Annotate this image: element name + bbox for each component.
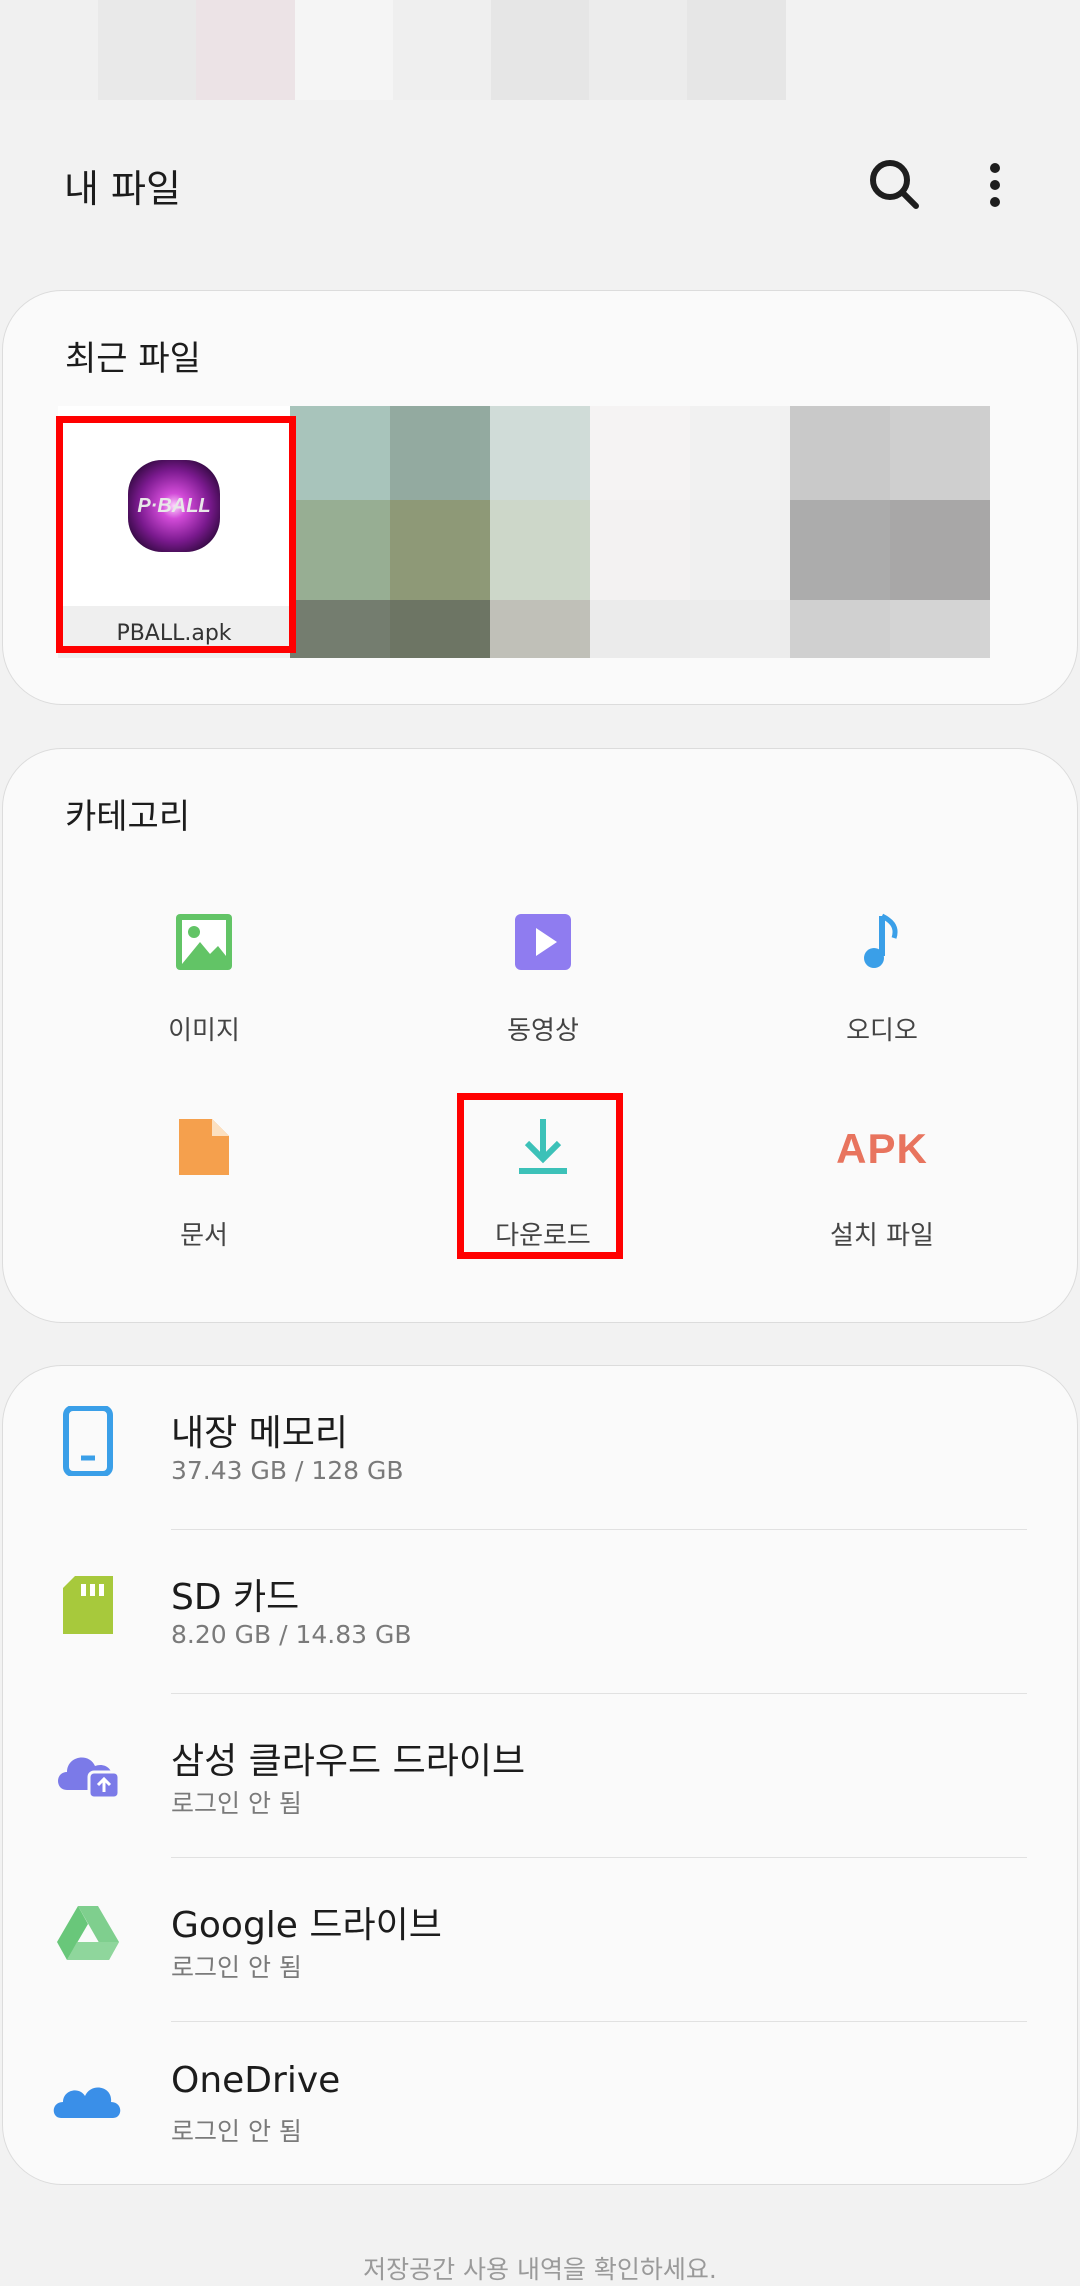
music-note-icon xyxy=(864,913,898,968)
categories-title: 카테고리 xyxy=(65,797,191,837)
apk-icon: APK xyxy=(836,1125,928,1172)
storage-name: 내장 메모리 xyxy=(171,1413,349,1454)
category-label: 이미지 xyxy=(168,1016,240,1046)
category-downloads[interactable]: 다운로드 xyxy=(433,1117,653,1277)
category-videos[interactable]: 동영상 xyxy=(433,912,653,1072)
storage-name: SD 카드 xyxy=(171,1577,300,1618)
recent-file-item[interactable]: P·BALL PBALL.apk xyxy=(58,406,290,658)
category-label: 문서 xyxy=(180,1221,228,1251)
storage-detail: 37.43 GB / 128 GB xyxy=(171,1456,404,1485)
storage-google-drive[interactable]: Google 드라이브 로그인 안 됨 xyxy=(3,1858,1079,2022)
page-title: 내 파일 xyxy=(64,167,181,211)
onedrive-icon xyxy=(53,2087,121,2118)
blurred-recent-thumbnails[interactable] xyxy=(290,406,990,658)
pball-app-icon: P·BALL xyxy=(128,460,220,552)
image-icon xyxy=(176,914,232,970)
storage-name: 삼성 클라우드 드라이브 xyxy=(171,1741,526,1782)
storage-onedrive[interactable]: OneDrive 로그인 안 됨 xyxy=(3,2022,1079,2186)
more-vert-icon xyxy=(990,163,1000,207)
storage-detail: 8.20 GB / 14.83 GB xyxy=(171,1620,412,1649)
recent-files-card: 최근 파일 P·BALL PBALL.apk xyxy=(2,290,1078,705)
categories-card: 카테고리 이미지 동영상 오디오 문서 다운로드 APK 설치 파일 xyxy=(2,748,1078,1323)
video-icon xyxy=(515,914,571,970)
storage-samsung-cloud[interactable]: 삼성 클라우드 드라이브 로그인 안 됨 xyxy=(3,1694,1079,1858)
pball-logo-text: P·BALL xyxy=(137,495,210,517)
storage-internal[interactable]: 내장 메모리 37.43 GB / 128 GB xyxy=(3,1366,1079,1530)
phone-icon xyxy=(63,1406,113,1476)
category-label: 설치 파일 xyxy=(830,1221,934,1251)
download-icon xyxy=(519,1119,567,1174)
storage-detail: 로그인 안 됨 xyxy=(171,1789,302,1818)
search-icon xyxy=(870,160,919,209)
search-button[interactable] xyxy=(860,150,930,220)
category-label: 동영상 xyxy=(507,1016,579,1046)
app-bar: 내 파일 xyxy=(0,110,1080,260)
storage-detail: 로그인 안 됨 xyxy=(171,2117,302,2146)
category-images[interactable]: 이미지 xyxy=(94,912,314,1072)
google-drive-icon xyxy=(57,1906,119,1960)
storage-detail: 로그인 안 됨 xyxy=(171,1953,302,1982)
document-icon xyxy=(179,1119,229,1175)
recent-files-strip[interactable]: P·BALL PBALL.apk xyxy=(58,406,1034,658)
category-audio[interactable]: 오디오 xyxy=(772,912,992,1072)
storage-card: 내장 메모리 37.43 GB / 128 GB SD 카드 8.20 GB /… xyxy=(2,1365,1078,2185)
storage-name: Google 드라이브 xyxy=(171,1905,442,1946)
storage-name: OneDrive xyxy=(171,2060,341,2101)
more-options-button[interactable] xyxy=(960,150,1030,220)
category-documents[interactable]: 문서 xyxy=(94,1117,314,1277)
storage-usage-link[interactable]: 저장공간 사용 내역을 확인하세요. xyxy=(0,2250,1080,2286)
file-name: PBALL.apk xyxy=(58,606,290,658)
samsung-cloud-icon xyxy=(58,1757,121,1800)
recent-files-title: 최근 파일 xyxy=(65,339,201,379)
blurred-status-bar xyxy=(0,0,1080,100)
category-label: 오디오 xyxy=(846,1016,918,1046)
file-thumbnail: P·BALL xyxy=(58,406,290,606)
storage-sd-card[interactable]: SD 카드 8.20 GB / 14.83 GB xyxy=(3,1530,1079,1694)
category-install-files[interactable]: APK 설치 파일 xyxy=(772,1117,992,1277)
category-label: 다운로드 xyxy=(495,1221,591,1251)
sd-card-icon xyxy=(63,1576,113,1634)
